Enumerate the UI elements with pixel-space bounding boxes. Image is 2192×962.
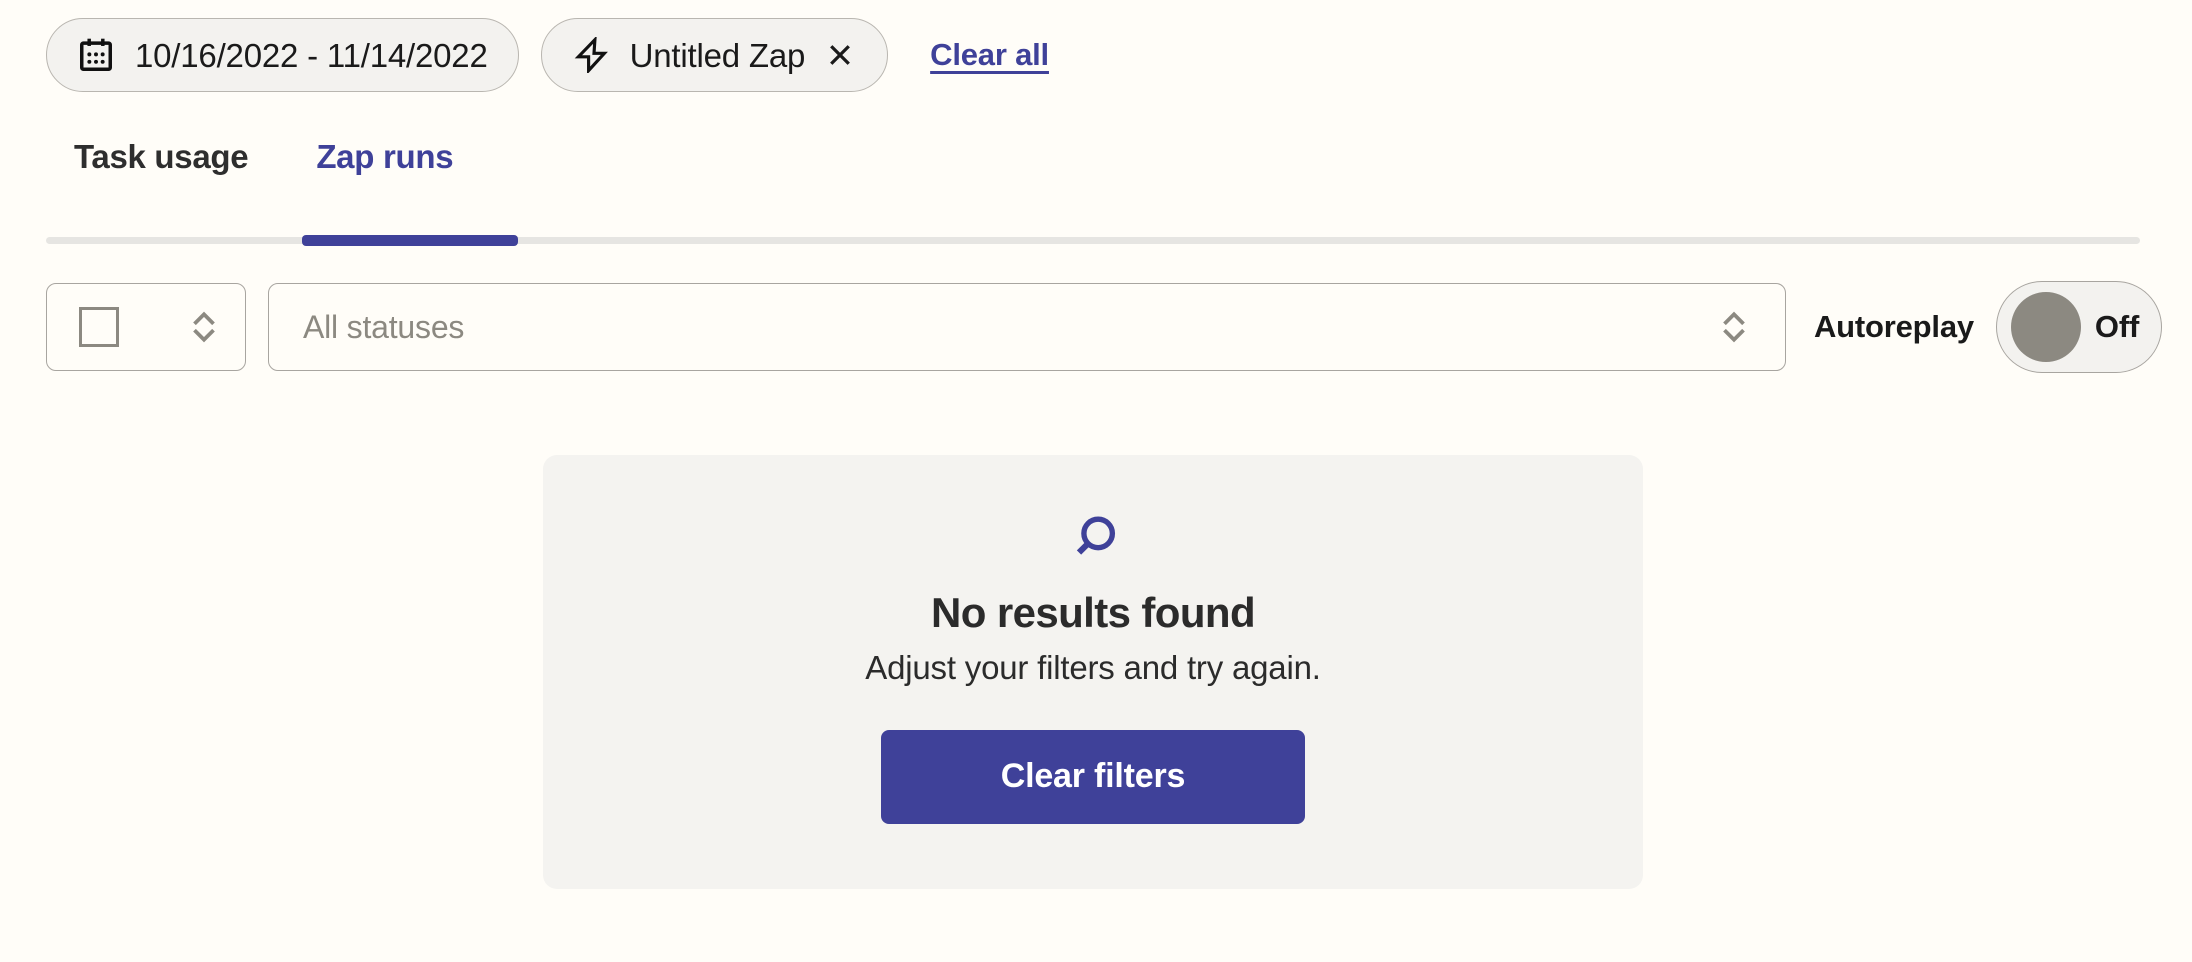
tab-zap-runs[interactable]: Zap runs: [282, 140, 487, 173]
empty-state-panel: No results found Adjust your filters and…: [543, 455, 1643, 889]
zap-filter-chip[interactable]: Untitled Zap: [540, 18, 889, 92]
tab-active-indicator: [302, 235, 518, 246]
chevron-up-down-icon: [187, 308, 221, 346]
zap-runs-page: 10/16/2022 - 11/14/2022 Untitled Zap Cle…: [0, 0, 2192, 962]
checkbox-icon[interactable]: [79, 307, 119, 347]
calendar-icon: [77, 36, 115, 74]
chevron-up-down-icon: [1717, 308, 1751, 346]
search-icon: [1065, 511, 1121, 572]
bulk-select-dropdown[interactable]: [46, 283, 246, 371]
lightning-bolt-icon: [572, 36, 610, 74]
toggle-knob: [2010, 292, 2081, 362]
status-filter-value: All statuses: [303, 308, 465, 345]
filter-chips-row: 10/16/2022 - 11/14/2022 Untitled Zap Cle…: [46, 18, 1049, 92]
clear-all-link[interactable]: Clear all: [930, 37, 1049, 73]
filter-controls-row: All statuses Autoreplay Off: [46, 281, 2162, 373]
autoreplay-label: Autoreplay: [1814, 309, 1974, 344]
autoreplay-toggle[interactable]: Off: [1995, 281, 2162, 373]
empty-state-subtitle: Adjust your filters and try again.: [865, 649, 1321, 687]
tab-task-usage[interactable]: Task usage: [46, 140, 282, 173]
status-filter-select[interactable]: All statuses: [268, 283, 1786, 371]
date-range-filter-chip[interactable]: 10/16/2022 - 11/14/2022: [46, 18, 519, 92]
empty-state-title: No results found: [930, 589, 1256, 636]
tab-bar: Task usage Zap runs: [46, 140, 487, 173]
date-range-filter-label: 10/16/2022 - 11/14/2022: [135, 36, 488, 74]
clear-filters-button[interactable]: Clear filters: [881, 729, 1305, 824]
close-icon[interactable]: [823, 38, 857, 72]
zap-filter-label: Untitled Zap: [629, 36, 806, 74]
autoreplay-state-label: Off: [2094, 309, 2140, 344]
